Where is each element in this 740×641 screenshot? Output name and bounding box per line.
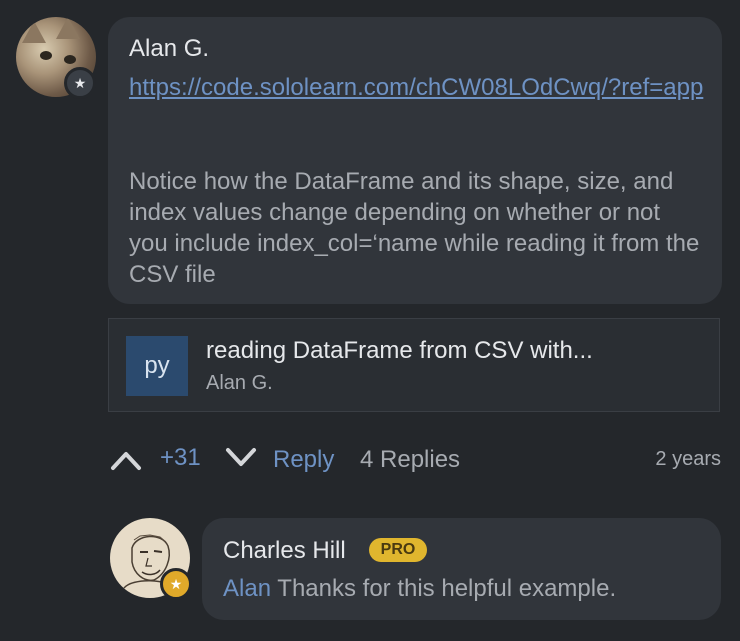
- replies-button[interactable]: 4 Replies: [360, 446, 460, 474]
- chevron-down-icon[interactable]: [225, 446, 257, 472]
- reply-body: Thanks for this helpful example.: [271, 575, 617, 602]
- pro-badge: PRO: [369, 538, 427, 562]
- avatar-ear: [56, 17, 80, 39]
- code-card[interactable]: [108, 318, 720, 412]
- comment-author[interactable]: Alan G.: [129, 35, 209, 63]
- avatar-eye: [64, 55, 76, 64]
- reply-bubble: [202, 518, 721, 620]
- reply-text: Alan Thanks for this helpful example.: [223, 575, 616, 603]
- avatar-ear: [22, 21, 46, 43]
- code-title[interactable]: reading DataFrame from CSV with...: [206, 337, 593, 365]
- reply-author[interactable]: Charles Hill: [223, 537, 346, 565]
- reply-button[interactable]: Reply: [273, 446, 334, 474]
- code-author: Alan G.: [206, 372, 273, 394]
- vote-count: +31: [160, 444, 201, 471]
- language-badge: py: [126, 336, 188, 396]
- timestamp: 2 years: [655, 448, 721, 470]
- comment-link[interactable]: https://code.sololearn.com/chCW08LOdCwq/…: [129, 72, 709, 103]
- mention-link[interactable]: Alan: [223, 575, 271, 602]
- chevron-up-icon[interactable]: [110, 446, 142, 472]
- comment-body: Notice how the DataFrame and its shape, …: [129, 168, 700, 288]
- star-icon: ★: [64, 67, 96, 99]
- star-icon: ★: [160, 568, 192, 600]
- avatar-eye: [40, 51, 52, 60]
